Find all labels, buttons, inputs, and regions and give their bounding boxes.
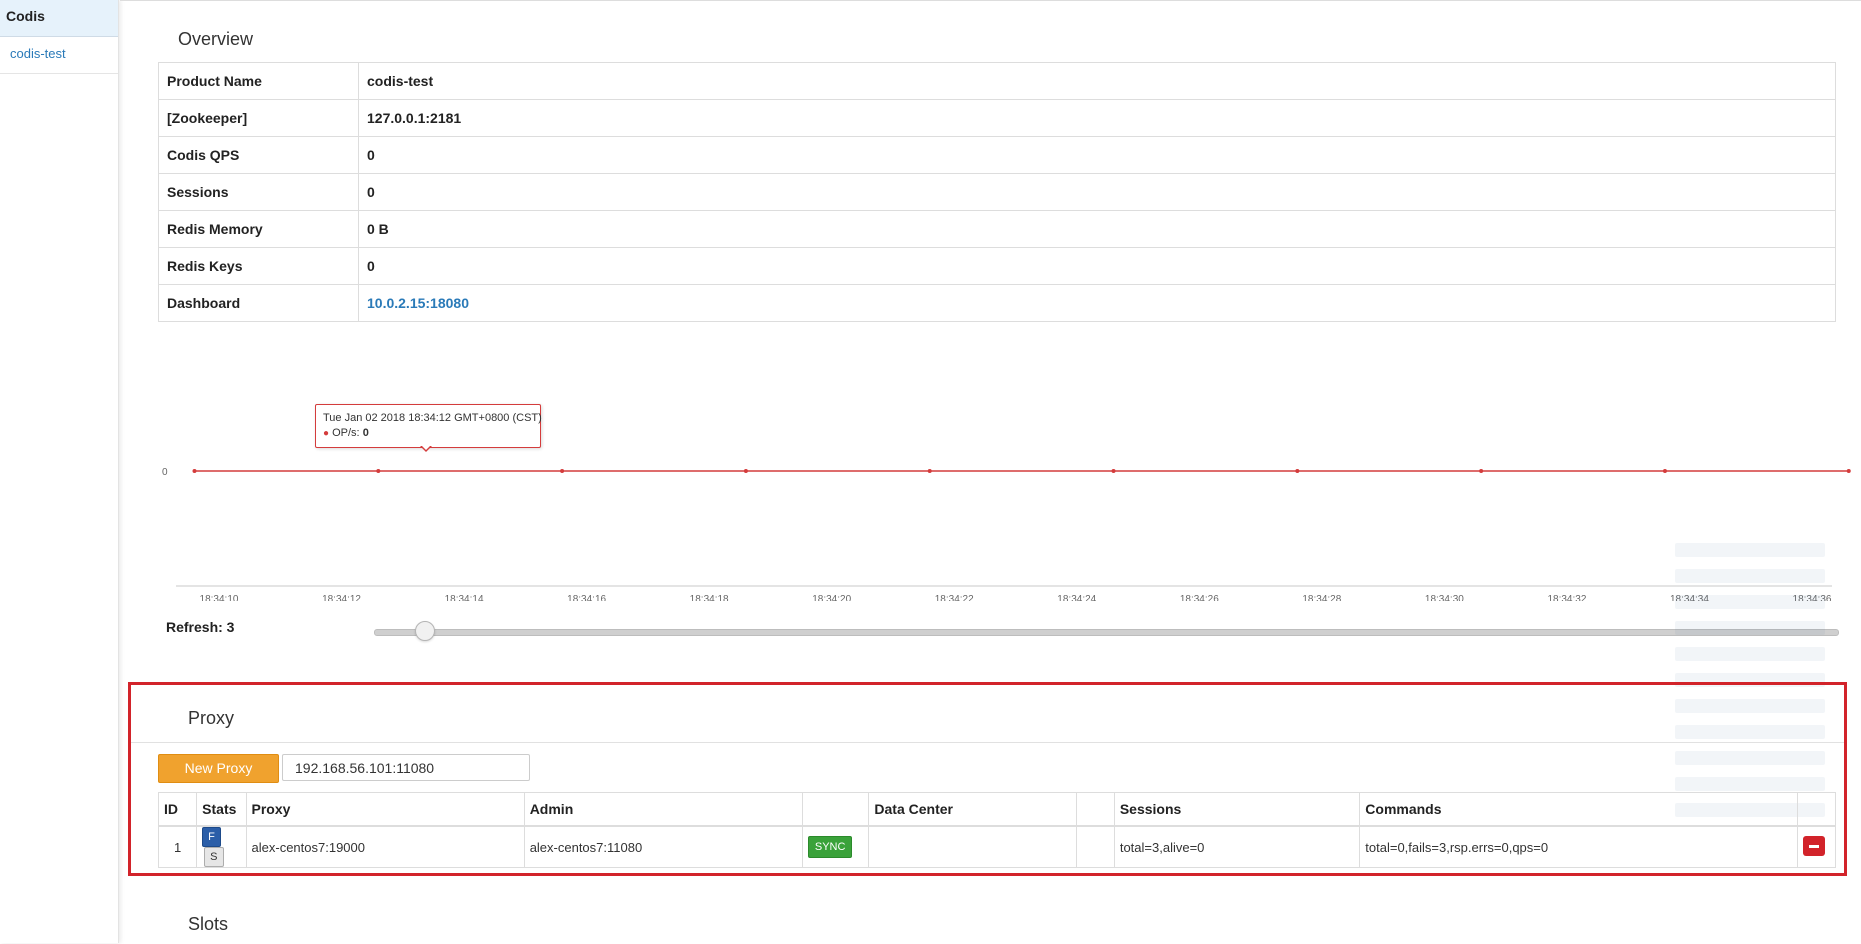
overview-value: 0 — [358, 247, 1836, 285]
x-tick-label: 18:34:32 — [1547, 594, 1586, 601]
data-point[interactable] — [927, 469, 932, 473]
x-tick-label: 18:34:30 — [1425, 594, 1464, 601]
proxy-actions — [1796, 825, 1837, 868]
data-point[interactable] — [1479, 469, 1484, 473]
x-tick-label: 18:34:20 — [812, 594, 851, 601]
data-point[interactable] — [1846, 469, 1851, 473]
overview-value: 127.0.0.1:2181 — [358, 99, 1836, 137]
overview-key: Dashboard — [158, 284, 359, 322]
sync-button[interactable]: SYNC — [807, 836, 853, 858]
overview-key: Codis QPS — [158, 136, 359, 174]
proxy-stats: FS — [196, 825, 247, 868]
refresh-slider-track[interactable] — [374, 629, 1839, 636]
x-tick-label: 18:34:24 — [1057, 594, 1096, 601]
proxy-sync-cell: SYNC — [801, 825, 870, 868]
proxy-data-center — [868, 825, 1077, 868]
x-tick-label: 18:34:22 — [935, 594, 974, 601]
x-tick-label: 18:34:26 — [1180, 594, 1219, 601]
y-tick-label: 0 — [162, 467, 168, 478]
sidebar-item-codis-test[interactable]: codis-test — [0, 37, 118, 74]
data-point[interactable] — [192, 469, 197, 473]
minus-icon — [1808, 844, 1819, 848]
chart-tooltip: Tue Jan 02 2018 18:34:12 GMT+0800 (CST) … — [315, 404, 542, 448]
proxy-blank — [1075, 825, 1115, 868]
stats-s-button[interactable]: S — [204, 847, 224, 867]
col-blank — [1075, 792, 1115, 827]
overview-value: 0 — [358, 173, 1836, 211]
overview-key: Redis Keys — [158, 247, 359, 285]
col-data-center: Data Center — [868, 792, 1077, 827]
proxy-address: alex-centos7:19000 — [245, 825, 525, 868]
overview-key: Sessions — [158, 173, 359, 211]
proxy-id: 1 — [157, 825, 198, 868]
tooltip-series-label: OP/s: — [332, 427, 360, 439]
tooltip-date: Tue Jan 02 2018 18:34:12 GMT+0800 (CST) — [323, 412, 542, 424]
overview-table: Product Name codis-test [Zookeeper] 127.0.… — [158, 62, 1836, 322]
overview-value: codis-test — [358, 62, 1836, 100]
tooltip-value: 0 — [362, 427, 369, 439]
refresh-label: Refresh: 3 — [166, 619, 235, 635]
overview-title: Overview — [178, 29, 254, 49]
col-stats: Stats — [196, 792, 247, 827]
data-point[interactable] — [376, 469, 381, 473]
x-tick-label: 18:34:28 — [1302, 594, 1341, 601]
x-tick-label: 18:34:18 — [690, 594, 729, 601]
data-point[interactable] — [743, 469, 748, 473]
tooltip-value-line: ● OP/s: 0 — [323, 427, 369, 439]
sidebar-header: Codis — [0, 0, 118, 37]
data-point[interactable] — [1295, 469, 1300, 473]
overview-value: 0 B — [358, 210, 1836, 248]
overview-key: [Zookeeper] — [158, 99, 359, 137]
table-row: Sessions 0 — [158, 173, 1836, 211]
dashboard-link[interactable]: 10.0.2.15:18080 — [367, 295, 469, 311]
col-actions — [1796, 792, 1837, 827]
proxy-address-input[interactable] — [282, 754, 530, 781]
slots-title: Slots — [188, 914, 229, 934]
proxy-admin: alex-centos7:11080 — [523, 825, 803, 868]
new-proxy-button[interactable]: New Proxy — [158, 754, 279, 783]
x-tick-label: 18:34:14 — [445, 594, 484, 601]
table-row: Product Name codis-test — [158, 62, 1836, 100]
data-point[interactable] — [1111, 469, 1116, 473]
series-dot-icon: ● — [323, 428, 330, 439]
x-tick-label: 18:34:16 — [567, 594, 606, 601]
remove-proxy-button[interactable] — [1802, 835, 1825, 856]
stats-f-button[interactable]: F — [202, 827, 221, 847]
data-point[interactable] — [560, 469, 565, 473]
table-row: Redis Keys 0 — [158, 247, 1836, 285]
col-sync — [801, 792, 870, 827]
col-commands: Commands — [1359, 792, 1798, 827]
overview-value: 0 — [358, 136, 1836, 174]
col-sessions: Sessions — [1113, 792, 1361, 827]
overview-key: Redis Memory — [158, 210, 359, 248]
col-admin: Admin — [523, 792, 803, 827]
proxy-sessions: total=3,alive=0 — [1113, 825, 1361, 868]
x-tick-label: 18:34:12 — [322, 594, 361, 601]
table-row: Codis QPS 0 — [158, 136, 1836, 174]
table-row: [Zookeeper] 127.0.0.1:2181 — [158, 99, 1836, 137]
table-row: Dashboard 10.0.2.15:18080 — [158, 284, 1836, 322]
refresh-slider-handle[interactable] — [415, 621, 435, 641]
sidebar: Codis codis-test — [0, 0, 119, 943]
overview-key: Product Name — [158, 62, 359, 100]
x-tick-label: 18:34:10 — [200, 594, 239, 601]
col-proxy: Proxy — [245, 792, 525, 827]
proxy-title: Proxy — [188, 708, 235, 728]
data-point[interactable] — [1662, 469, 1667, 473]
proxy-table: ID Stats Proxy Admin Data Center Session… — [157, 792, 1837, 868]
main-content: Overview Product Name codis-test [Zookeep… — [120, 0, 1861, 943]
proxy-divider — [131, 742, 1844, 743]
proxy-commands: total=0,fails=3,rsp.errs=0,qps=0 — [1359, 825, 1798, 868]
table-row: Redis Memory 0 B — [158, 210, 1836, 248]
col-id: ID — [157, 792, 198, 827]
table-row: 1 FS alex-centos7:19000 alex-centos7:110… — [157, 825, 1837, 868]
tooltip-arrow-inner — [421, 445, 431, 450]
table-header-row: ID Stats Proxy Admin Data Center Session… — [157, 792, 1837, 827]
